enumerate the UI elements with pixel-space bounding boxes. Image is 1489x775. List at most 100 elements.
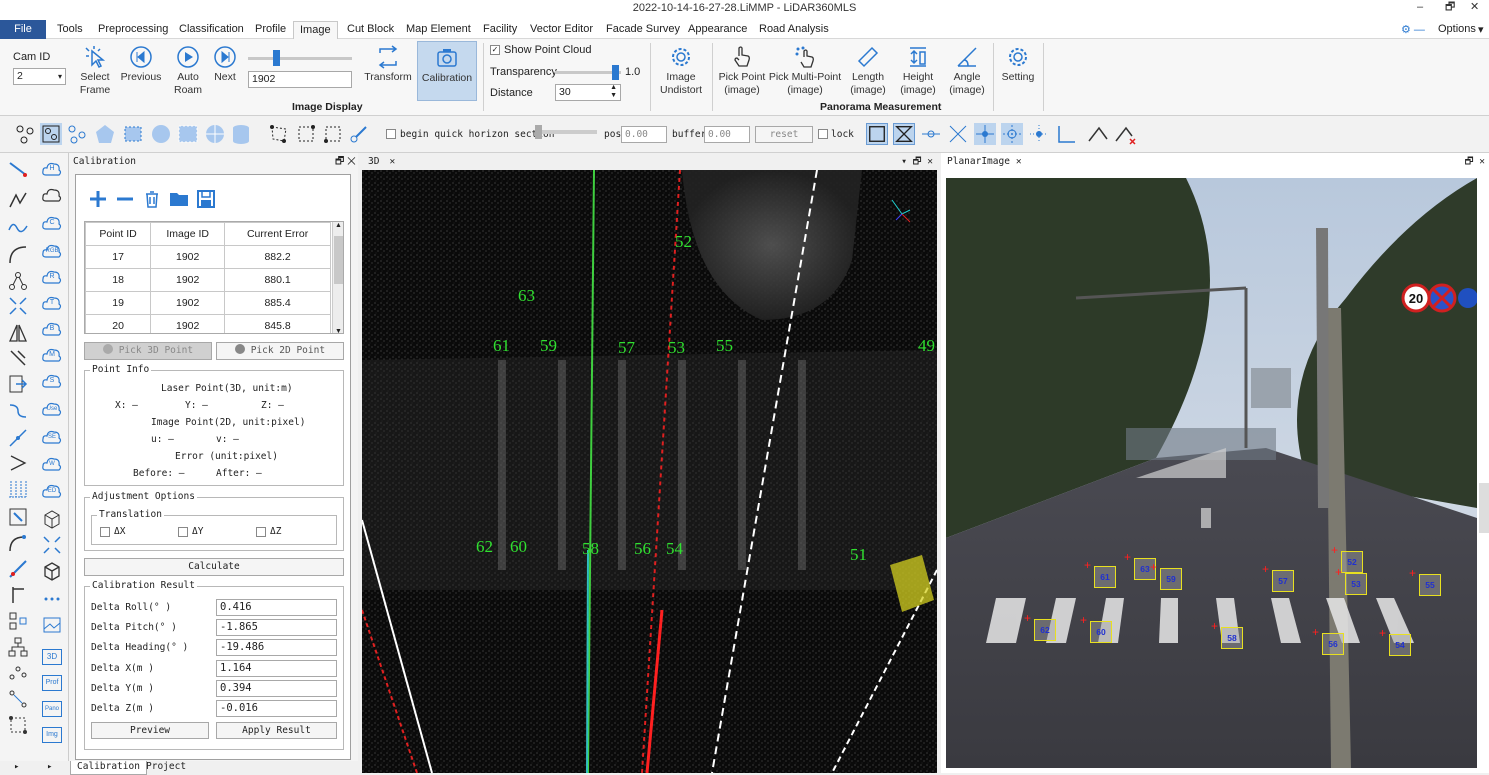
delta-y-field[interactable]: 0.394 — [216, 680, 337, 697]
img-view-button[interactable]: Img — [42, 727, 62, 743]
point-label-3d[interactable]: 55 — [716, 336, 733, 356]
point-label-3d[interactable]: 56 — [634, 539, 651, 559]
table-row[interactable]: 17 1902 882.2 — [85, 245, 331, 269]
pick-3d-point-button[interactable]: Pick 3D Point — [84, 342, 212, 360]
folder-icon[interactable] — [169, 189, 189, 209]
point-marker-2d[interactable]: 61 — [1094, 566, 1116, 588]
pos-spinbox[interactable]: 0.00 — [621, 126, 667, 143]
point-marker-2d[interactable]: 54 — [1389, 634, 1411, 656]
dy-checkbox[interactable] — [178, 527, 188, 537]
table-row[interactable]: 18 1902 880.1 — [85, 268, 331, 292]
point-marker-2d[interactable]: 58 — [1221, 627, 1243, 649]
planar-image-panel[interactable]: PlanarImage ✕ 🗗 ✕ 20 +52 +63 +61 + 59 + … — [941, 153, 1489, 773]
menu-facility[interactable]: Facility — [483, 23, 517, 35]
gear-icon[interactable]: ⚙ — — [1401, 23, 1425, 36]
delta-heading-field[interactable]: -19.486 — [216, 639, 337, 656]
select-frame-button[interactable]: Select Frame — [76, 45, 114, 97]
save-icon[interactable] — [196, 189, 216, 209]
point-marker-2d[interactable]: 53 — [1345, 573, 1367, 595]
point-marker-2d[interactable]: 62 — [1034, 619, 1056, 641]
preview-button[interactable]: Preview — [91, 722, 209, 739]
previous-button[interactable]: Previous — [120, 45, 162, 84]
table-row[interactable]: 19 1902 885.4 — [85, 291, 331, 315]
table-scrollbar[interactable]: ▲ ▼ — [332, 222, 343, 333]
tab-planar-image[interactable]: PlanarImage — [947, 156, 1010, 167]
close-icon[interactable]: ✕ — [389, 156, 395, 167]
point-label-3d[interactable]: 61 — [493, 336, 510, 356]
point-marker-2d[interactable]: 56 — [1322, 633, 1344, 655]
show-point-cloud-checkbox[interactable]: ✓ — [490, 45, 500, 55]
reset-button[interactable]: reset — [755, 126, 813, 143]
delta-x-field[interactable]: 1.164 — [216, 660, 337, 677]
auto-roam-button[interactable]: Auto Roam — [170, 45, 206, 97]
point-label-3d[interactable]: 51 — [850, 545, 867, 565]
transform-button[interactable]: Transform — [364, 45, 412, 84]
point-marker-2d[interactable]: 57 — [1272, 570, 1294, 592]
pano-view-button[interactable]: Pano — [42, 701, 62, 717]
close-button[interactable]: ✕ — [1470, 0, 1479, 14]
panel-controls[interactable]: ▾ 🗗 ✕ — [901, 153, 933, 170]
calibration-button[interactable]: Calibration — [417, 41, 477, 101]
menu-image[interactable]: Image — [293, 21, 338, 40]
menu-vector-editor[interactable]: Vector Editor — [530, 23, 593, 35]
menu-map-element[interactable]: Map Element — [406, 23, 471, 35]
point-label-3d[interactable]: 54 — [666, 539, 683, 559]
frame-input[interactable]: 1902 — [248, 71, 352, 88]
menu-file[interactable]: File — [0, 20, 46, 39]
point-cloud-canvas[interactable] — [362, 170, 937, 773]
play-icon[interactable]: ▸ — [14, 762, 19, 772]
distance-spinbox[interactable]: 30 ▲ ▼ — [555, 84, 621, 101]
street-image[interactable]: 20 — [946, 178, 1477, 768]
pick-point-button[interactable]: Pick Point (image) — [718, 45, 766, 97]
panel-float-button[interactable]: 🗗 ✕ — [335, 154, 356, 171]
point-marker-2d[interactable]: 52 — [1341, 551, 1363, 573]
point-label-3d[interactable]: 59 — [540, 336, 557, 356]
buffer-spinbox[interactable]: 0.00 — [704, 126, 750, 143]
point-label-3d[interactable]: 58 — [582, 539, 599, 559]
menu-profile[interactable]: Profile — [255, 23, 286, 35]
close-icon[interactable]: ✕ — [1016, 156, 1022, 167]
frame-slider[interactable] — [248, 50, 352, 66]
image-undistort-button[interactable]: Image Undistort — [656, 45, 706, 97]
setting-button[interactable]: Setting — [998, 45, 1038, 84]
minimize-button[interactable]: – — [1417, 0, 1423, 14]
table-row[interactable]: 20 1902 845.8 — [85, 314, 331, 333]
delta-pitch-field[interactable]: -1.865 — [216, 619, 337, 636]
delta-roll-field[interactable]: 0.416 — [216, 599, 337, 616]
lock-checkbox[interactable] — [818, 129, 828, 139]
apply-result-button[interactable]: Apply Result — [216, 722, 337, 739]
tab-3d[interactable]: 3D — [368, 156, 379, 167]
table-header-image-id[interactable]: Image ID — [150, 222, 226, 246]
menu-appearance[interactable]: Appearance — [688, 23, 747, 35]
menu-road-analysis[interactable]: Road Analysis — [759, 23, 829, 35]
profile-view-button[interactable]: Prof — [42, 675, 62, 691]
dz-checkbox[interactable] — [256, 527, 266, 537]
menu-classification[interactable]: Classification — [179, 23, 244, 35]
remove-icon[interactable] — [115, 189, 135, 209]
point-label-3d[interactable]: 49 — [918, 336, 935, 356]
trash-icon[interactable] — [142, 189, 162, 209]
3d-view-button[interactable]: 3D — [42, 649, 62, 665]
point-marker-2d[interactable]: 60 — [1090, 621, 1112, 643]
chevron-down-icon[interactable]: ▾ — [1478, 23, 1484, 36]
add-icon[interactable] — [88, 189, 108, 209]
pick-multi-point-button[interactable]: Pick Multi-Point (image) — [768, 45, 842, 97]
point-label-3d[interactable]: 57 — [618, 338, 635, 358]
dx-checkbox[interactable] — [100, 527, 110, 537]
play-icon[interactable]: ▸ — [47, 762, 52, 772]
tab-project[interactable]: Project — [140, 761, 192, 772]
menu-tools[interactable]: Tools — [57, 23, 83, 35]
point-label-3d[interactable]: 60 — [510, 537, 527, 557]
table-header-point-id[interactable]: Point ID — [85, 222, 152, 246]
point-marker-2d[interactable]: 55 — [1419, 574, 1441, 596]
table-header-current-error[interactable]: Current Error — [224, 222, 331, 246]
pick-2d-point-button[interactable]: Pick 2D Point — [216, 342, 344, 360]
menu-facade-survey[interactable]: Facade Survey — [606, 23, 680, 35]
length-button[interactable]: Length (image) — [848, 45, 888, 97]
point-label-3d[interactable]: 62 — [476, 537, 493, 557]
side-scroll-handle[interactable] — [1479, 483, 1489, 533]
cam-id-select[interactable]: 2 ▾ — [13, 68, 66, 85]
point-label-3d[interactable]: 63 — [518, 286, 535, 306]
quick-horizon-checkbox[interactable] — [386, 129, 396, 139]
angle-button[interactable]: Angle (image) — [947, 45, 987, 97]
